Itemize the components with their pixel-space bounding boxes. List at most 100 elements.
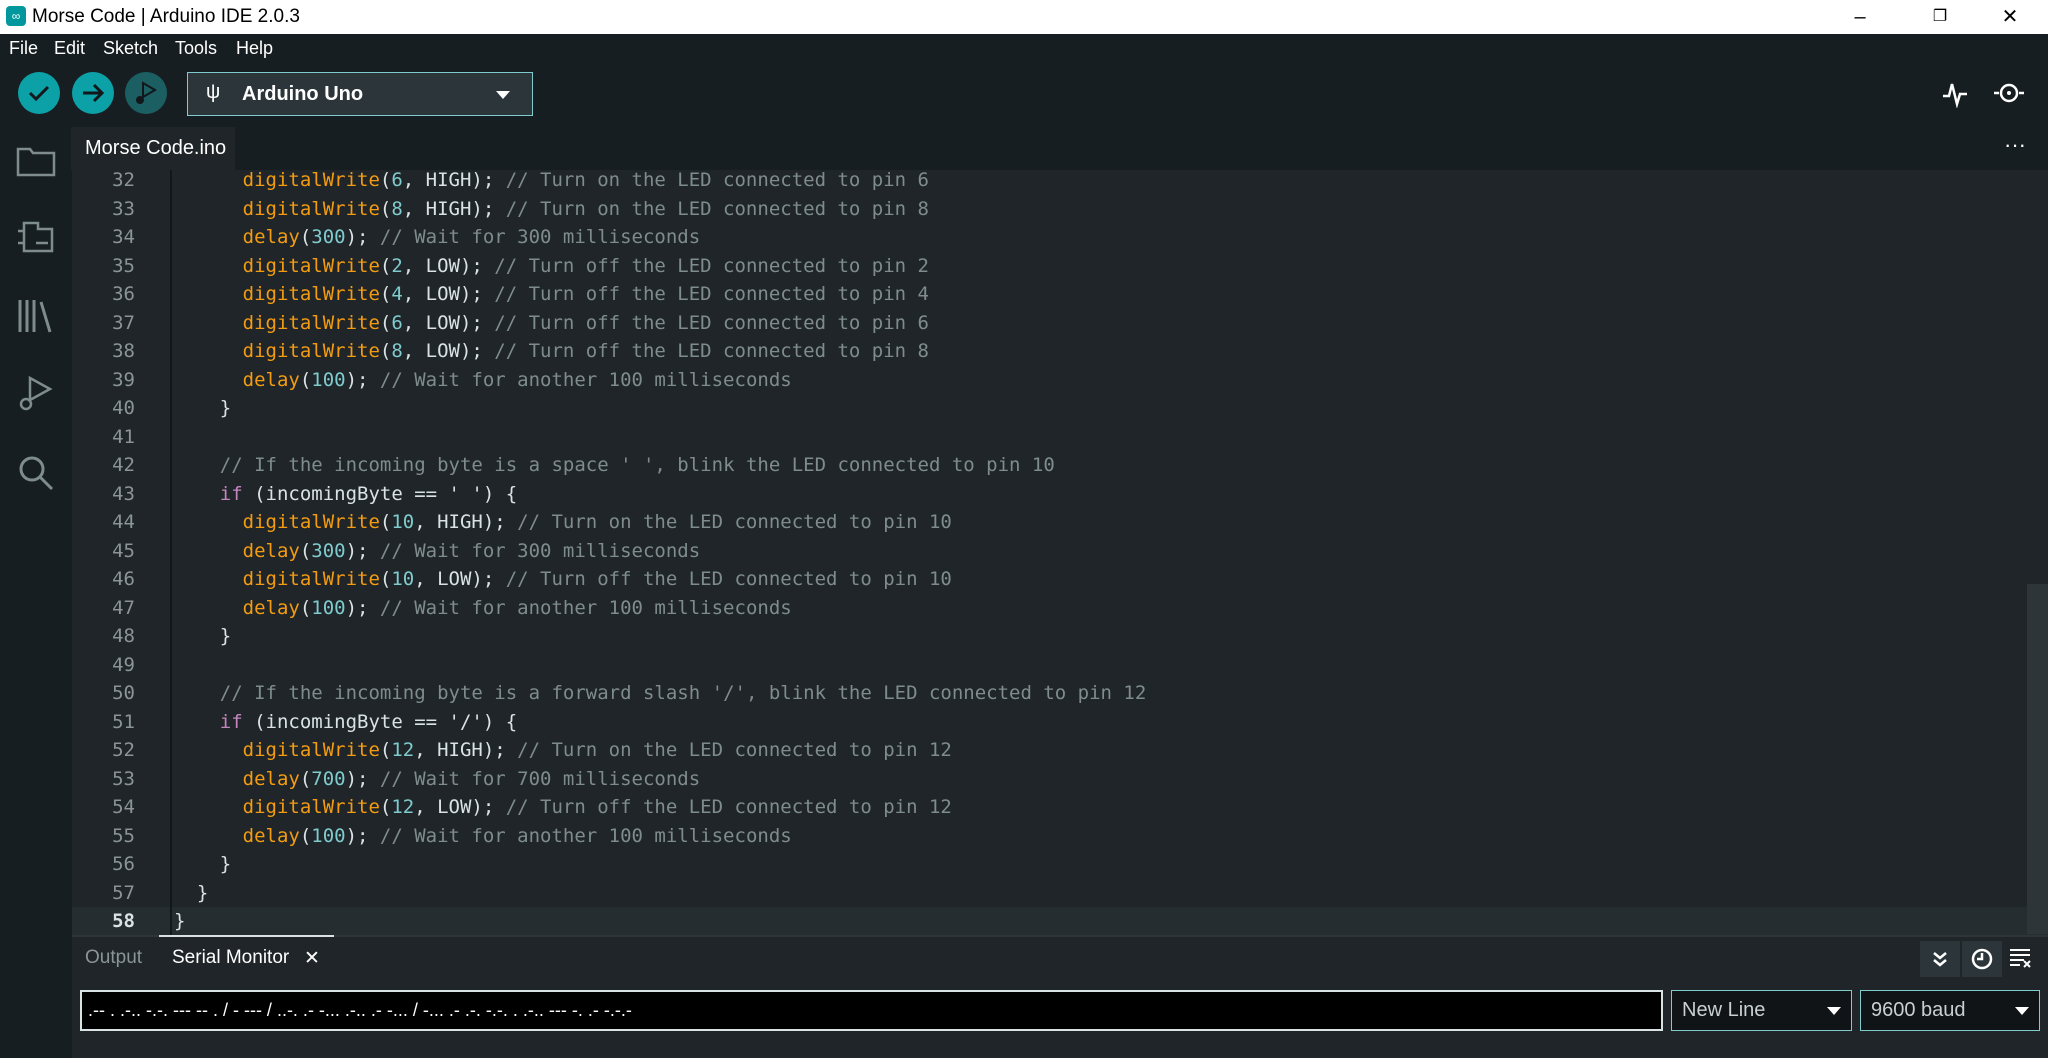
code-editor[interactable]: 32 digitalWrite(6, HIGH); // Turn on the… — [72, 170, 2048, 935]
line-number: 41 — [112, 425, 135, 448]
code-line[interactable]: 33 digitalWrite(8, HIGH); // Turn on the… — [72, 194, 2048, 223]
menu-file[interactable]: File — [9, 38, 38, 59]
chevron-down-icon — [2015, 1007, 2029, 1015]
line-number: 40 — [112, 397, 135, 419]
code-line[interactable]: 37 digitalWrite(6, LOW); // Turn off the… — [72, 308, 2048, 337]
line-number: 34 — [112, 226, 135, 248]
checkmark-icon — [28, 85, 50, 102]
line-number: 33 — [112, 197, 135, 220]
code-line[interactable]: 38 digitalWrite(8, LOW); // Turn off the… — [72, 337, 2048, 366]
search-icon[interactable] — [16, 453, 56, 493]
code-line[interactable]: 55 delay(100); // Wait for another 100 m… — [72, 821, 2048, 850]
close-serial-monitor-icon[interactable]: ✕ — [304, 947, 320, 970]
line-number: 51 — [112, 710, 135, 733]
code-line[interactable]: 45 delay(300); // Wait for 300 milliseco… — [72, 536, 2048, 565]
line-ending-select[interactable]: New Line — [1671, 990, 1852, 1031]
code-line[interactable]: 51 if (incomingByte == '/') {if — [72, 707, 2048, 736]
board-name: Arduino Uno — [242, 83, 364, 105]
debug-icon — [136, 81, 157, 104]
code-line[interactable]: 52 digitalWrite(12, HIGH); // Turn on th… — [72, 736, 2048, 765]
code-line[interactable]: 53 delay(700); // Wait for 700 milliseco… — [72, 764, 2048, 793]
code-line[interactable]: 39 delay(100); // Wait for another 100 m… — [72, 365, 2048, 394]
code-line[interactable]: 40 } — [72, 394, 2048, 423]
editor-scrollbar[interactable] — [2027, 584, 2048, 934]
line-number: 55 — [112, 824, 135, 847]
menu-tools[interactable]: Tools — [175, 38, 217, 59]
code-text: digitalWrite(10, LOW); // Turn off the L… — [174, 568, 952, 590]
code-line[interactable]: 36 digitalWrite(4, LOW); // Turn off the… — [72, 280, 2048, 309]
tab-morse-code-ino[interactable]: Morse Code.ino — [71, 127, 235, 170]
double-chevron-down-icon — [1933, 952, 1947, 967]
clear-output-button[interactable] — [2008, 946, 2032, 975]
code-line[interactable]: 57 } — [72, 879, 2048, 908]
code-text: if (incomingByte == ' ') { — [174, 482, 518, 505]
menu-help[interactable]: Help — [236, 38, 273, 59]
code-line[interactable]: 56 } — [72, 850, 2048, 879]
boards-manager-icon[interactable] — [16, 217, 56, 257]
code-line[interactable]: 42 // If the incoming byte is a space ' … — [72, 451, 2048, 480]
code-text: delay(300); // Wait for 300 milliseconds — [174, 226, 701, 248]
debug-sidebar-icon[interactable] — [16, 374, 56, 414]
code-line[interactable]: 44 digitalWrite(10, HIGH); // Turn on th… — [72, 508, 2048, 537]
serial-monitor-button[interactable] — [1992, 78, 2026, 113]
line-number: 45 — [112, 539, 135, 562]
code-text: delay(100); // Wait for another 100 mill… — [174, 824, 792, 847]
code-line[interactable]: 48 } — [72, 622, 2048, 651]
line-number: 57 — [112, 881, 135, 904]
sidebar — [0, 125, 72, 1058]
line-number: 58 — [112, 910, 135, 932]
menu-bar: File Edit Sketch Tools Help — [0, 34, 2048, 64]
code-line[interactable]: 32 digitalWrite(6, HIGH); // Turn on the… — [72, 170, 2048, 195]
verify-button[interactable] — [18, 72, 60, 114]
code-line[interactable]: 58} — [72, 907, 2048, 935]
autoscroll-button[interactable] — [1920, 941, 1960, 977]
tab-output[interactable]: Output — [85, 947, 142, 969]
arrow-right-icon — [83, 83, 105, 103]
debug-button[interactable] — [125, 72, 167, 114]
line-number: 54 — [112, 796, 135, 818]
baud-rate-value: 9600 baud — [1871, 999, 1966, 1021]
chevron-down-icon — [1827, 1007, 1841, 1015]
usb-icon: ψ — [206, 81, 221, 103]
code-line[interactable]: 50 // If the incoming byte is a forward … — [72, 679, 2048, 708]
code-line[interactable]: 47 delay(100); // Wait for another 100 m… — [72, 593, 2048, 622]
code-line[interactable]: 54 digitalWrite(12, LOW); // Turn off th… — [72, 793, 2048, 822]
line-number: 53 — [112, 767, 135, 790]
more-options-icon[interactable]: ··· — [2004, 132, 2026, 158]
line-number: 47 — [112, 596, 135, 619]
code-line[interactable]: 34 delay(300); // Wait for 300 milliseco… — [72, 223, 2048, 252]
serial-message-input[interactable]: .-- . .-.. -.-. --- -- . / - --- / ..-. … — [80, 990, 1663, 1031]
code-text: digitalWrite(12, LOW); // Turn off the L… — [174, 796, 952, 818]
code-line[interactable]: 49 — [72, 651, 2048, 680]
code-text: } — [174, 853, 232, 875]
timestamp-button[interactable] — [1962, 941, 2002, 977]
code-text: digitalWrite(8, LOW); // Turn off the LE… — [174, 340, 929, 362]
line-number: 46 — [112, 568, 135, 590]
gutter-divider — [170, 170, 172, 935]
baud-rate-select[interactable]: 9600 baud — [1860, 990, 2040, 1031]
tab-serial-monitor[interactable]: Serial Monitor — [172, 947, 289, 969]
line-number: 52 — [112, 739, 135, 761]
code-text: } — [174, 625, 232, 647]
minimize-button[interactable]: – — [1830, 0, 1890, 34]
line-number: 36 — [112, 283, 135, 305]
editor-tab-bar — [72, 125, 2048, 170]
serial-plotter-button[interactable] — [1940, 78, 1970, 113]
code-line[interactable]: 46 digitalWrite(10, LOW); // Turn off th… — [72, 565, 2048, 594]
code-line[interactable]: 43 if (incomingByte == ' ') {if — [72, 479, 2048, 508]
code-line[interactable]: 41 — [72, 423, 2048, 452]
menu-sketch[interactable]: Sketch — [103, 38, 158, 59]
code-text: } — [174, 881, 209, 904]
board-selector[interactable]: ψ Arduino Uno — [187, 72, 533, 116]
chevron-down-icon — [496, 91, 510, 99]
close-button[interactable]: ✕ — [1980, 0, 2040, 34]
arduino-logo-icon: ∞ — [6, 6, 26, 26]
library-icon[interactable] — [16, 296, 56, 336]
upload-button[interactable] — [72, 72, 114, 114]
folder-icon[interactable] — [16, 141, 56, 181]
code-text: // If the incoming byte is a forward sla… — [174, 682, 1147, 704]
code-line[interactable]: 35 digitalWrite(2, LOW); // Turn off the… — [72, 251, 2048, 280]
menu-edit[interactable]: Edit — [54, 38, 85, 59]
line-number: 35 — [112, 254, 135, 277]
maximize-button[interactable]: ❐ — [1910, 0, 1970, 34]
